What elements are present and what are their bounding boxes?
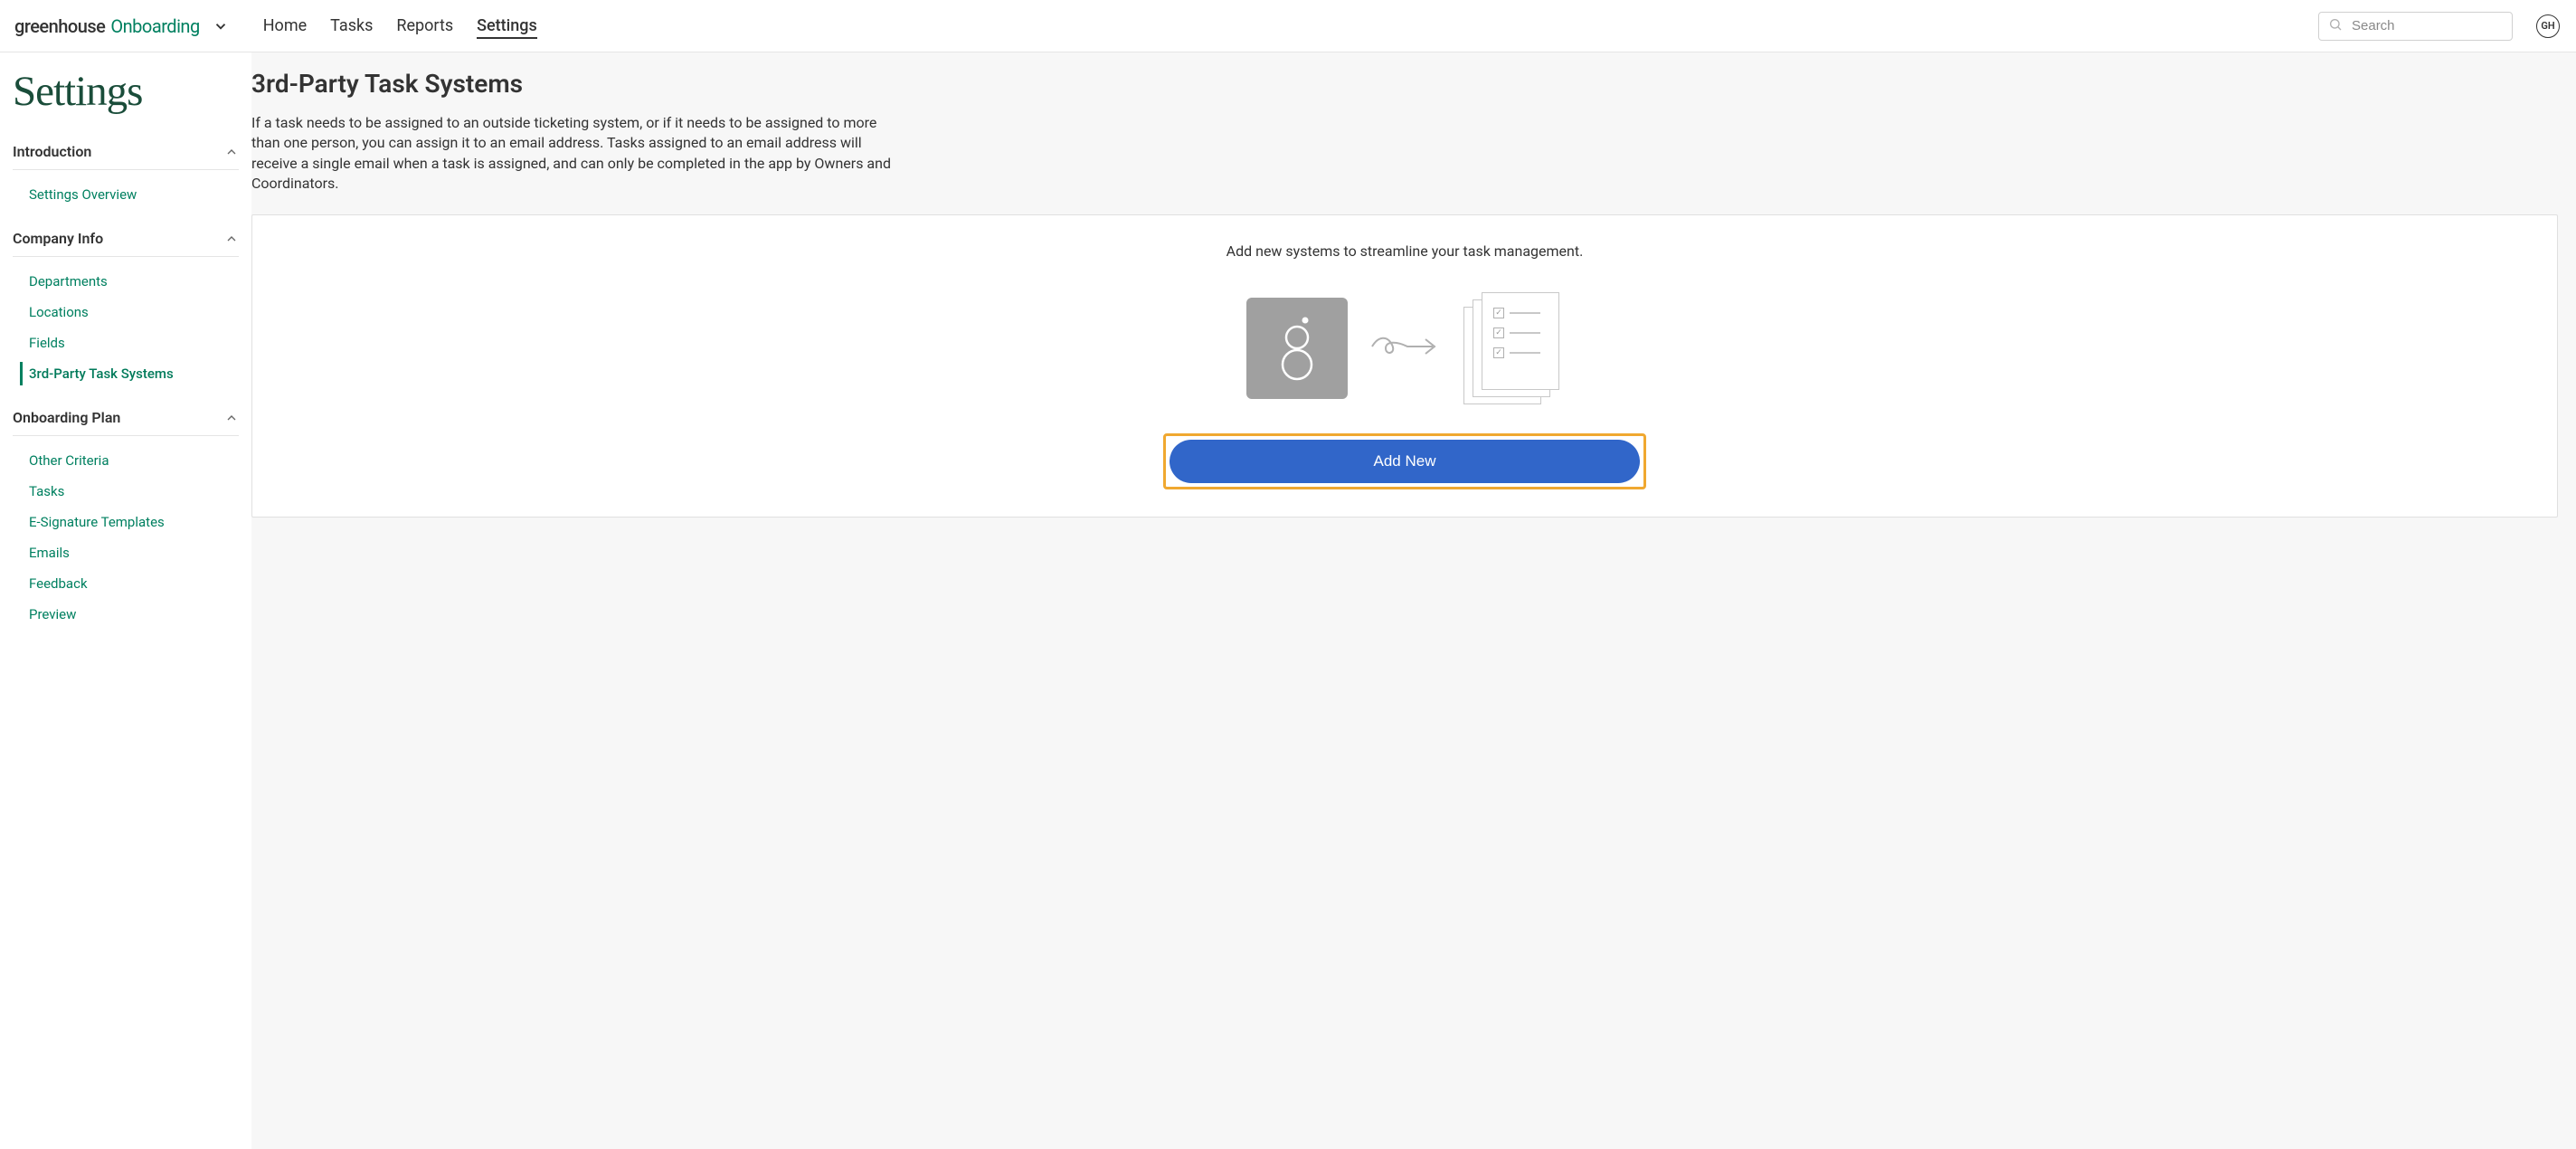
avatar[interactable]: GH bbox=[2536, 14, 2560, 38]
section-header-introduction[interactable]: Introduction bbox=[13, 134, 239, 170]
search-input[interactable] bbox=[2352, 18, 2503, 33]
main-heading: 3rd-Party Task Systems bbox=[251, 69, 2558, 99]
search-box[interactable] bbox=[2318, 12, 2513, 41]
sidebar-item-emails[interactable]: Emails bbox=[13, 537, 239, 568]
documents-stack-icon: ✓ ✓ ✓ bbox=[1463, 292, 1563, 404]
sidebar-item-3rd-party-task-systems[interactable]: 3rd-Party Task Systems bbox=[13, 358, 239, 389]
sidebar-item-preview[interactable]: Preview bbox=[13, 599, 239, 630]
sidebar-item-tasks[interactable]: Tasks bbox=[13, 476, 239, 507]
chevron-up-icon bbox=[224, 145, 239, 159]
main-description: If a task needs to be assigned to an out… bbox=[251, 113, 903, 195]
sidebar-item-fields[interactable]: Fields bbox=[13, 328, 239, 358]
sidebar-item-settings-overview[interactable]: Settings Overview bbox=[13, 179, 239, 210]
arrow-swirl-icon bbox=[1369, 328, 1442, 368]
settings-sidebar: Settings Introduction Settings Overview … bbox=[0, 52, 251, 1149]
nav-home[interactable]: Home bbox=[263, 1, 307, 51]
logo-text-greenhouse: greenhouse bbox=[14, 15, 105, 37]
empty-state-text: Add new systems to streamline your task … bbox=[270, 242, 2539, 260]
greenhouse-logo-block-icon bbox=[1246, 298, 1348, 399]
nav-tasks[interactable]: Tasks bbox=[330, 1, 373, 51]
sidebar-item-other-criteria[interactable]: Other Criteria bbox=[13, 445, 239, 476]
empty-state-illustration: ✓ ✓ ✓ bbox=[270, 292, 2539, 404]
nav-settings[interactable]: Settings bbox=[477, 1, 537, 51]
empty-state-card: Add new systems to streamline your task … bbox=[251, 214, 2558, 518]
add-new-button-highlight: Add New bbox=[1163, 433, 1646, 489]
app-logo[interactable]: greenhouse Onboarding bbox=[14, 15, 229, 37]
sidebar-item-departments[interactable]: Departments bbox=[13, 266, 239, 297]
section-title-introduction: Introduction bbox=[13, 143, 91, 160]
logo-text-onboarding: Onboarding bbox=[110, 15, 199, 37]
page-title: Settings bbox=[13, 67, 239, 116]
main-content: 3rd-Party Task Systems If a task needs t… bbox=[251, 52, 2576, 1149]
section-header-onboarding-plan[interactable]: Onboarding Plan bbox=[13, 400, 239, 436]
chevron-up-icon bbox=[224, 232, 239, 246]
top-navigation-bar: greenhouse Onboarding Home Tasks Reports… bbox=[0, 0, 2576, 52]
section-title-company-info: Company Info bbox=[13, 230, 103, 247]
search-icon bbox=[2328, 17, 2343, 35]
section-title-onboarding-plan: Onboarding Plan bbox=[13, 409, 120, 426]
main-nav: Home Tasks Reports Settings bbox=[263, 1, 537, 51]
section-header-company-info[interactable]: Company Info bbox=[13, 221, 239, 257]
chevron-down-icon[interactable] bbox=[213, 18, 229, 34]
sidebar-item-locations[interactable]: Locations bbox=[13, 297, 239, 328]
add-new-button[interactable]: Add New bbox=[1170, 440, 1640, 483]
nav-reports[interactable]: Reports bbox=[396, 1, 453, 51]
sidebar-item-esignature-templates[interactable]: E-Signature Templates bbox=[13, 507, 239, 537]
sidebar-item-feedback[interactable]: Feedback bbox=[13, 568, 239, 599]
chevron-up-icon bbox=[224, 411, 239, 425]
